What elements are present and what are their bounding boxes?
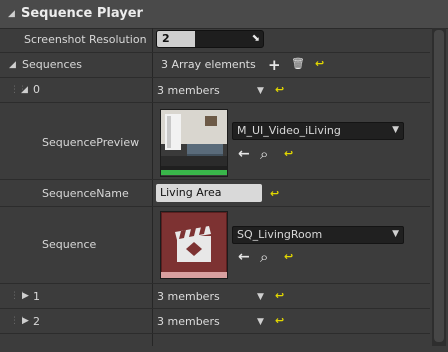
column-divider[interactable] xyxy=(152,28,153,346)
name-reset-icon[interactable]: ↩ xyxy=(270,187,279,200)
sequence-preview-asset-name: M_UI_Video_iLiving xyxy=(237,124,341,137)
room-image-icon xyxy=(161,110,227,176)
row-separator xyxy=(0,283,430,284)
screenshot-resolution-label: Screenshot Resolution xyxy=(24,33,147,46)
row-separator xyxy=(0,102,430,103)
element-1-summary: 3 members xyxy=(157,290,220,303)
collapse-icon[interactable]: ◢ xyxy=(8,9,15,19)
sequence-preview-label: SequencePreview xyxy=(42,136,140,149)
use-selected-icon[interactable]: ← xyxy=(238,249,250,265)
sequences-label: Sequences xyxy=(22,58,82,71)
sequence-asset-combo[interactable]: SQ_LivingRoom ▼ xyxy=(232,226,404,244)
element-0-summary: 3 members xyxy=(157,84,220,97)
element-2-reset-icon[interactable]: ↩ xyxy=(275,314,284,327)
slider-value: 2 xyxy=(162,32,170,45)
element-2-expand-icon[interactable]: ▶ xyxy=(22,316,29,326)
screenshot-resolution-slider[interactable]: 2 ⬊ xyxy=(156,30,264,48)
element-1-index: 1 xyxy=(33,290,40,303)
chevron-down-icon: ▼ xyxy=(392,229,399,239)
row-separator xyxy=(0,333,430,334)
sequence-name-label: SequenceName xyxy=(42,187,129,200)
sequences-collapse-icon[interactable]: ◢ xyxy=(9,60,16,70)
scrollbar-thumb[interactable] xyxy=(434,30,444,342)
row-separator xyxy=(0,77,430,78)
panel-title: Sequence Player xyxy=(21,6,143,21)
browse-icon[interactable]: ⌕ xyxy=(260,248,268,266)
element-2-summary: 3 members xyxy=(157,315,220,328)
sequence-preview-thumbnail[interactable] xyxy=(160,109,228,177)
preview-reset-icon[interactable]: ↩ xyxy=(284,147,293,160)
add-element-icon[interactable]: + xyxy=(268,56,281,74)
element-0-reset-icon[interactable]: ↩ xyxy=(275,83,284,96)
element-2-index: 2 xyxy=(33,315,40,328)
panel-header[interactable]: ◢ Sequence Player xyxy=(0,0,448,29)
element-1-reset-icon[interactable]: ↩ xyxy=(275,289,284,302)
sequence-preview-asset-combo[interactable]: M_UI_Video_iLiving ▼ xyxy=(232,122,404,140)
element-0-collapse-icon[interactable]: ◢ xyxy=(21,85,28,95)
use-selected-icon[interactable]: ← xyxy=(238,146,250,162)
row-separator xyxy=(0,206,430,207)
delete-all-icon[interactable]: 🗑 xyxy=(291,57,305,70)
sequence-reset-icon[interactable]: ↩ xyxy=(284,250,293,263)
sequence-name-value: Living Area xyxy=(160,186,222,199)
element-1-options-icon[interactable]: ▼ xyxy=(257,292,264,302)
element-2-options-icon[interactable]: ▼ xyxy=(257,317,264,327)
resize-icon: ⬊ xyxy=(251,33,260,44)
sequences-summary: 3 Array elements xyxy=(161,58,256,71)
level-sequence-icon xyxy=(161,212,227,278)
element-0-options-icon[interactable]: ▼ xyxy=(257,86,264,96)
element-1-expand-icon[interactable]: ▶ xyxy=(22,291,29,301)
sequence-asset-name: SQ_LivingRoom xyxy=(237,228,323,241)
chevron-down-icon: ▼ xyxy=(392,125,399,135)
element-0-index: 0 xyxy=(33,83,40,96)
row-separator xyxy=(0,308,430,309)
sequence-name-input[interactable]: Living Area xyxy=(156,184,262,202)
browse-icon[interactable]: ⌕ xyxy=(260,145,268,163)
reset-to-default-icon[interactable]: ↩ xyxy=(315,57,324,70)
row-separator xyxy=(0,179,430,180)
row-separator xyxy=(0,52,430,53)
sequence-label: Sequence xyxy=(42,238,97,251)
sequence-thumbnail[interactable] xyxy=(160,211,228,279)
